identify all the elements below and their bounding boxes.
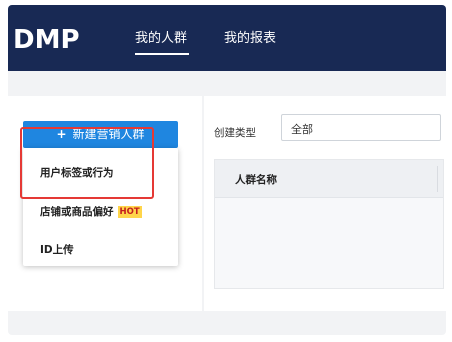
audience-table: 人群名称 bbox=[214, 159, 444, 289]
create-type-label: 创建类型 bbox=[214, 127, 256, 139]
create-type-value: 全部 bbox=[291, 123, 313, 136]
new-audience-button-label: 新建营销人群 bbox=[72, 127, 145, 141]
menu-item-shop-product-preference[interactable]: 店铺或商品偏好 HOT bbox=[40, 205, 142, 219]
column-header-audience-name: 人群名称 bbox=[235, 174, 277, 186]
column-divider bbox=[437, 166, 438, 192]
top-navbar: DMP 我的人群 我的报表 bbox=[8, 5, 446, 71]
menu-item-id-upload[interactable]: ID上传 bbox=[40, 243, 74, 257]
menu-item-label: 用户标签或行为 bbox=[40, 167, 114, 179]
tab-my-reports[interactable]: 我的报表 bbox=[224, 31, 276, 47]
new-audience-button[interactable]: + 新建营销人群 bbox=[23, 121, 178, 148]
app-logo: DMP bbox=[13, 25, 80, 55]
menu-item-label: 店铺或商品偏好 bbox=[40, 206, 114, 218]
active-tab-indicator bbox=[135, 53, 189, 55]
create-type-select[interactable]: 全部 bbox=[281, 114, 441, 141]
table-header: 人群名称 bbox=[215, 160, 443, 198]
hot-badge: HOT bbox=[117, 206, 142, 218]
new-audience-dropdown: 用户标签或行为 店铺或商品偏好 HOT ID上传 bbox=[23, 148, 178, 266]
menu-item-user-tags-behavior[interactable]: 用户标签或行为 bbox=[40, 166, 114, 180]
menu-item-label: ID上传 bbox=[40, 244, 74, 256]
plus-icon: + bbox=[56, 127, 67, 141]
tab-my-audiences[interactable]: 我的人群 bbox=[135, 31, 187, 47]
